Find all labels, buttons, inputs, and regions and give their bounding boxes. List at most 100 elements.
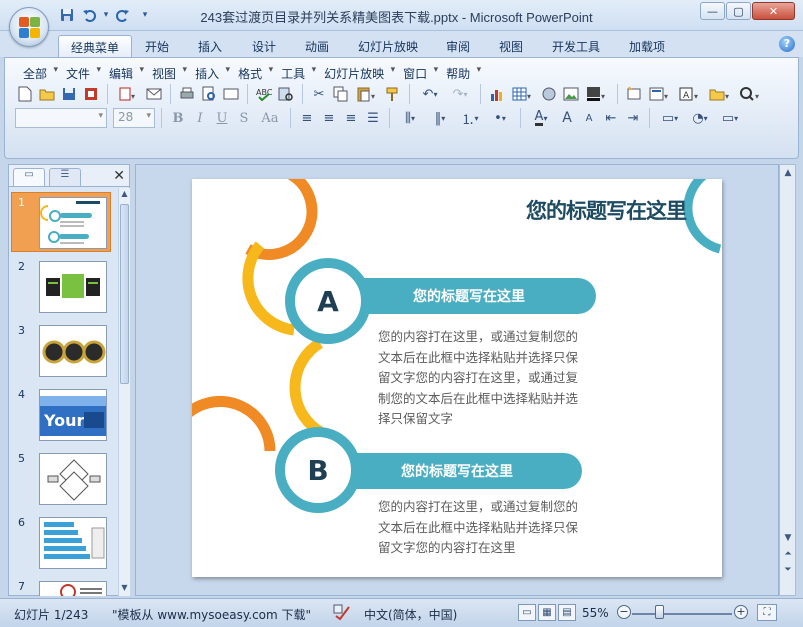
font-color-icon[interactable]: A ▾ [527,108,555,128]
slide-canvas[interactable]: 您的标题写在这里 您的标题写在这里 A 您的内容打在这里，或通过复制您的文本后在… [192,179,722,577]
text-box-icon[interactable]: A ▾ [676,84,704,104]
maximize-button[interactable]: ▢ [726,2,751,20]
shapes-icon[interactable]: ◔ ▾ [686,108,714,128]
menu-format[interactable]: 格式 [230,63,273,84]
tab-slideshow[interactable]: 幻灯片放映 [346,35,430,57]
print-icon[interactable] [177,84,197,104]
font-name-combo[interactable] [15,108,107,128]
letter-circle-a[interactable]: A [285,258,371,344]
thumbnail-scrollbar[interactable]: ▲ ▼ [118,188,130,596]
tab-view[interactable]: 视图 [487,35,535,57]
scroll-up-icon[interactable]: ▲ [119,189,130,201]
menu-all[interactable]: 全部 [15,63,58,84]
paste-icon[interactable]: ▾ [353,84,381,104]
arrange-icon[interactable]: ▭ ▾ [656,108,684,128]
slideshow-view-icon[interactable]: ▤ [558,604,576,621]
layout-icon[interactable]: ▾ [646,84,674,104]
email-icon[interactable] [144,84,164,104]
letter-circle-b[interactable]: B [275,427,361,513]
insert-picture-icon[interactable] [561,84,581,104]
zoom-in-button[interactable]: + [734,605,748,619]
new-file-icon[interactable] [15,84,35,104]
clip-art-icon[interactable] [539,84,559,104]
language-label[interactable]: 中文(简体，中国) [364,606,457,623]
tab-home[interactable]: 开始 [133,35,181,57]
change-case-button[interactable]: Aa [256,108,284,128]
open-file-icon[interactable] [37,84,57,104]
numbering-icon[interactable]: ⒈ ▾ [456,108,484,128]
slide-thumbnail[interactable]: 3 [9,320,117,382]
minimize-button[interactable]: — [700,2,725,20]
spell-check-icon[interactable] [333,603,351,624]
scroll-thumb[interactable] [120,204,129,384]
tab-developer[interactable]: 开发工具 [540,35,612,57]
shadow-button[interactable]: S [234,108,254,128]
find-icon[interactable]: ▾ [736,84,764,104]
heading-pill-b[interactable]: 您的标题写在这里 [332,453,582,489]
help-icon[interactable]: ? [779,36,795,52]
editor-scrollbar[interactable]: ▲ ▼ ⏶ ⏷ [779,164,796,596]
print-preview-icon[interactable] [199,84,219,104]
copy-icon[interactable] [331,84,351,104]
bold-button[interactable]: B [168,108,188,128]
slide-thumbnail[interactable]: 4 Your [9,384,117,446]
menu-insert[interactable]: 插入 [187,63,230,84]
menu-tools[interactable]: 工具 [273,63,316,84]
export-pdf-icon[interactable]: ▾ [114,84,142,104]
tab-outline-icon[interactable]: ☰ [49,168,81,186]
bullets-icon[interactable]: • ▾ [486,108,514,128]
scroll-down-icon[interactable]: ▼ [782,533,794,543]
scroll-up-icon[interactable]: ▲ [782,168,794,178]
slide-title[interactable]: 您的标题写在这里 [526,195,687,225]
fit-to-window-icon[interactable]: ⛶ [757,604,777,621]
zoom-slider-knob[interactable] [655,605,664,619]
format-painter-icon[interactable] [383,84,403,104]
font-size-combo[interactable]: 28 [113,108,155,128]
office-button[interactable] [9,7,49,47]
new-slide-icon[interactable] [624,84,644,104]
increase-font-icon[interactable]: A [557,108,577,128]
insert-chart-icon[interactable] [487,84,507,104]
tab-classic-menu[interactable]: 经典菜单 [58,35,133,57]
next-slide-icon[interactable]: ⏷ [782,565,794,575]
cut-icon[interactable]: ✂ [309,84,329,104]
heading-pill-a[interactable]: 您的标题写在这里 [342,278,596,314]
columns-icon[interactable]: ⫼ ▾ [396,108,424,128]
tab-design[interactable]: 设计 [240,35,288,57]
page-layout-icon[interactable] [221,84,241,104]
folder-icon[interactable]: ▾ [706,84,734,104]
fill-color-icon[interactable]: ▾ [583,84,611,104]
decrease-indent-icon[interactable]: ⇤ [601,108,621,128]
slide-thumbnail[interactable]: 6 [9,512,117,574]
undo-toolbar-icon[interactable]: ↶ ▾ [416,84,444,104]
previous-slide-icon[interactable]: ⏶ [782,549,794,559]
menu-window[interactable]: 窗口 [395,63,438,84]
text-direction-icon[interactable]: ‖ ▾ [426,108,454,128]
underline-button[interactable]: U [212,108,232,128]
slide-thumbnail[interactable]: 2 [9,256,117,318]
tab-slides-icon[interactable]: ▭ [13,168,45,186]
redo-toolbar-icon[interactable]: ↷ ▾ [446,84,474,104]
tab-addins[interactable]: 加载项 [617,35,677,57]
align-left-icon[interactable]: ≡ [297,108,317,128]
tab-animations[interactable]: 动画 [293,35,341,57]
zoom-slider[interactable] [632,613,732,615]
menu-slideshow[interactable]: 幻灯片放映 [316,63,395,84]
slide-thumbnail[interactable]: 7 [9,576,117,596]
body-text-b[interactable]: 您的内容打在这里，或通过复制您的文本后在此框中选择粘贴并选择只保留文字您的内容打… [378,497,578,559]
menu-view[interactable]: 视图 [144,63,187,84]
tab-insert[interactable]: 插入 [186,35,234,57]
slide-sorter-icon[interactable]: ▦ [538,604,556,621]
insert-table-icon[interactable]: ▾ [509,84,537,104]
quick-styles-icon[interactable]: ▭ ▾ [716,108,744,128]
research-icon[interactable] [276,84,296,104]
align-center-icon[interactable]: ≡ [319,108,339,128]
menu-edit[interactable]: 编辑 [101,63,144,84]
pane-close-icon[interactable]: ✕ [113,168,125,184]
zoom-level[interactable]: 55% [582,606,609,620]
scroll-down-icon[interactable]: ▼ [119,583,130,595]
menu-file[interactable]: 文件 [58,63,101,84]
tab-review[interactable]: 审阅 [434,35,482,57]
normal-view-icon[interactable]: ▭ [518,604,536,621]
justify-icon[interactable]: ☰ [363,108,383,128]
